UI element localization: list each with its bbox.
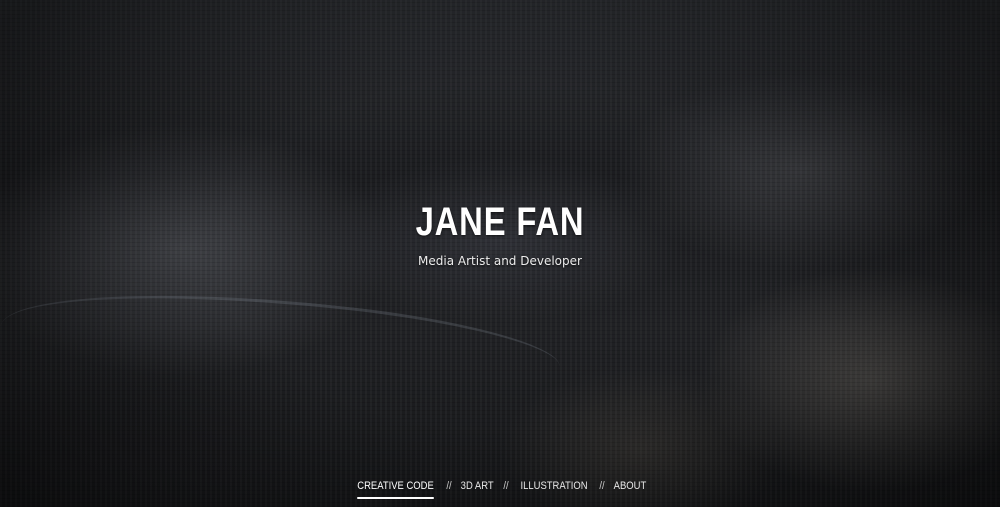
site-title: JANE FAN — [415, 200, 585, 244]
nav-separator: // — [446, 480, 452, 492]
hero-section: JANE FAN Media Artist and Developer CREA… — [0, 0, 1000, 507]
nav-item-creative-code[interactable]: CREATIVE CODE — [357, 478, 434, 499]
site-subtitle: Media Artist and Developer — [418, 254, 582, 268]
nav-item-about[interactable]: ABOUT — [614, 478, 647, 497]
main-nav: CREATIVE CODE // 3D ART // ILLUSTRATION … — [0, 478, 1000, 499]
nav-separator: // — [599, 480, 605, 492]
nav-separator: // — [503, 480, 509, 492]
nav-item-3d-art[interactable]: 3D ART — [461, 478, 494, 497]
nav-item-illustration[interactable]: ILLUSTRATION — [520, 478, 587, 497]
